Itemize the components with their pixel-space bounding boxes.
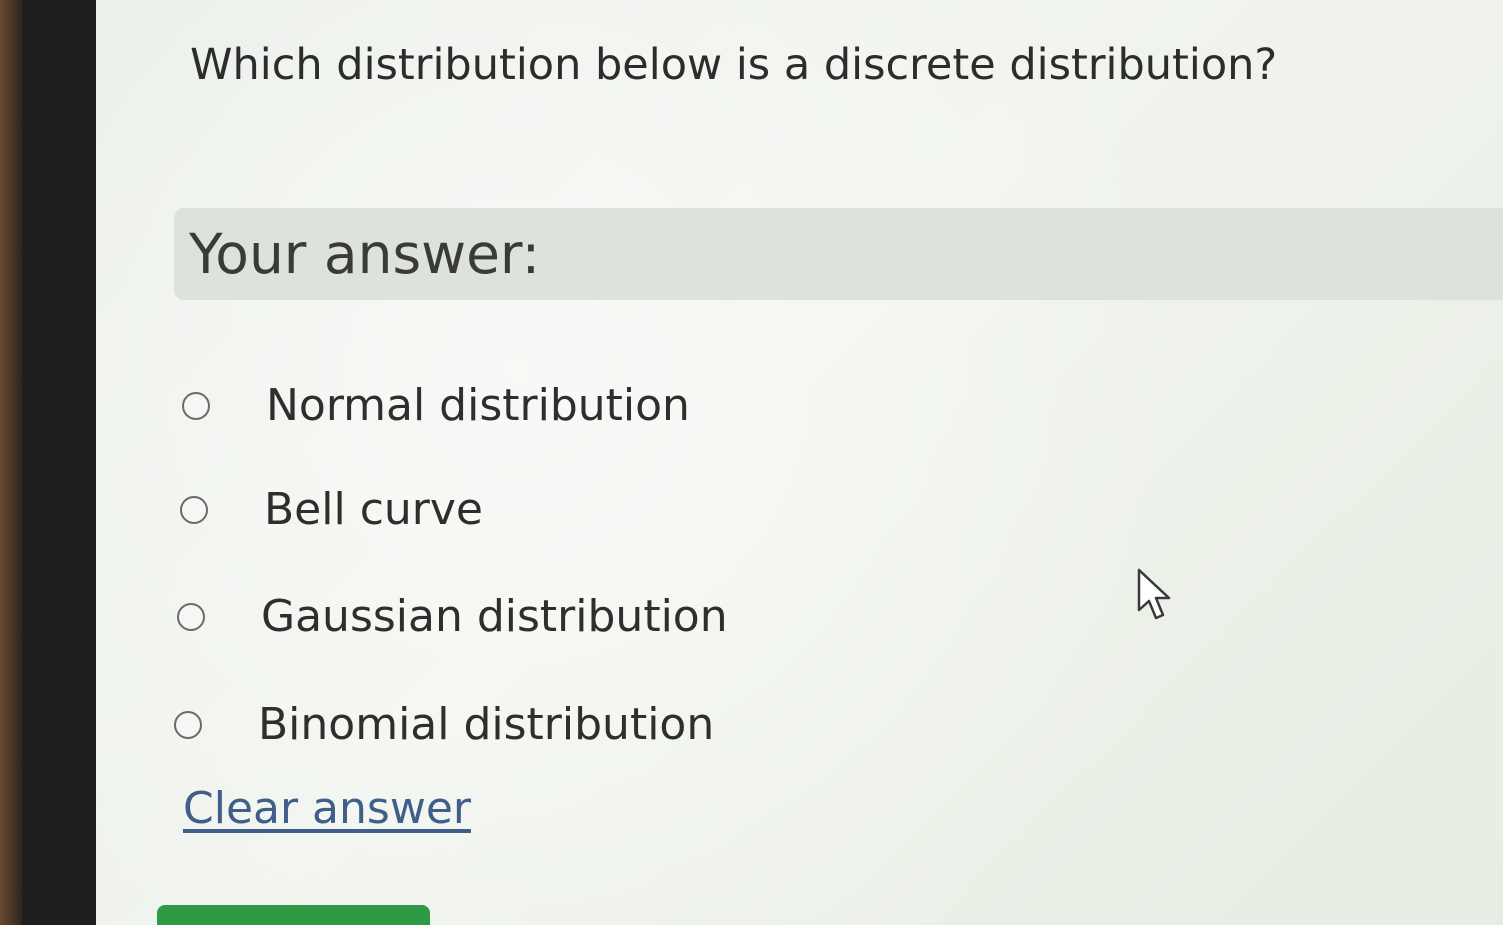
option-label: Binomial distribution bbox=[258, 699, 715, 750]
radio-unchecked-icon[interactable] bbox=[177, 602, 205, 631]
mouse-pointer-icon bbox=[1137, 568, 1171, 620]
submit-button[interactable] bbox=[157, 905, 430, 925]
radio-unchecked-icon[interactable] bbox=[182, 391, 210, 420]
answer-label: Your answer: bbox=[189, 222, 541, 286]
option-normal-distribution[interactable]: Normal distribution bbox=[182, 380, 690, 431]
option-bell-curve[interactable]: Bell curve bbox=[180, 484, 483, 535]
clear-answer-link[interactable]: Clear answer bbox=[183, 783, 471, 834]
radio-unchecked-icon[interactable] bbox=[180, 495, 208, 524]
option-gaussian-distribution[interactable]: Gaussian distribution bbox=[177, 591, 728, 642]
option-label: Gaussian distribution bbox=[261, 591, 728, 642]
option-binomial-distribution[interactable]: Binomial distribution bbox=[174, 699, 714, 750]
option-label: Bell curve bbox=[264, 484, 483, 535]
question-text: Which distribution below is a discrete d… bbox=[190, 40, 1278, 90]
monitor-bezel bbox=[0, 0, 22, 925]
radio-unchecked-icon[interactable] bbox=[174, 710, 202, 739]
answer-banner: Your answer: bbox=[174, 208, 1503, 300]
option-label: Normal distribution bbox=[266, 380, 690, 431]
